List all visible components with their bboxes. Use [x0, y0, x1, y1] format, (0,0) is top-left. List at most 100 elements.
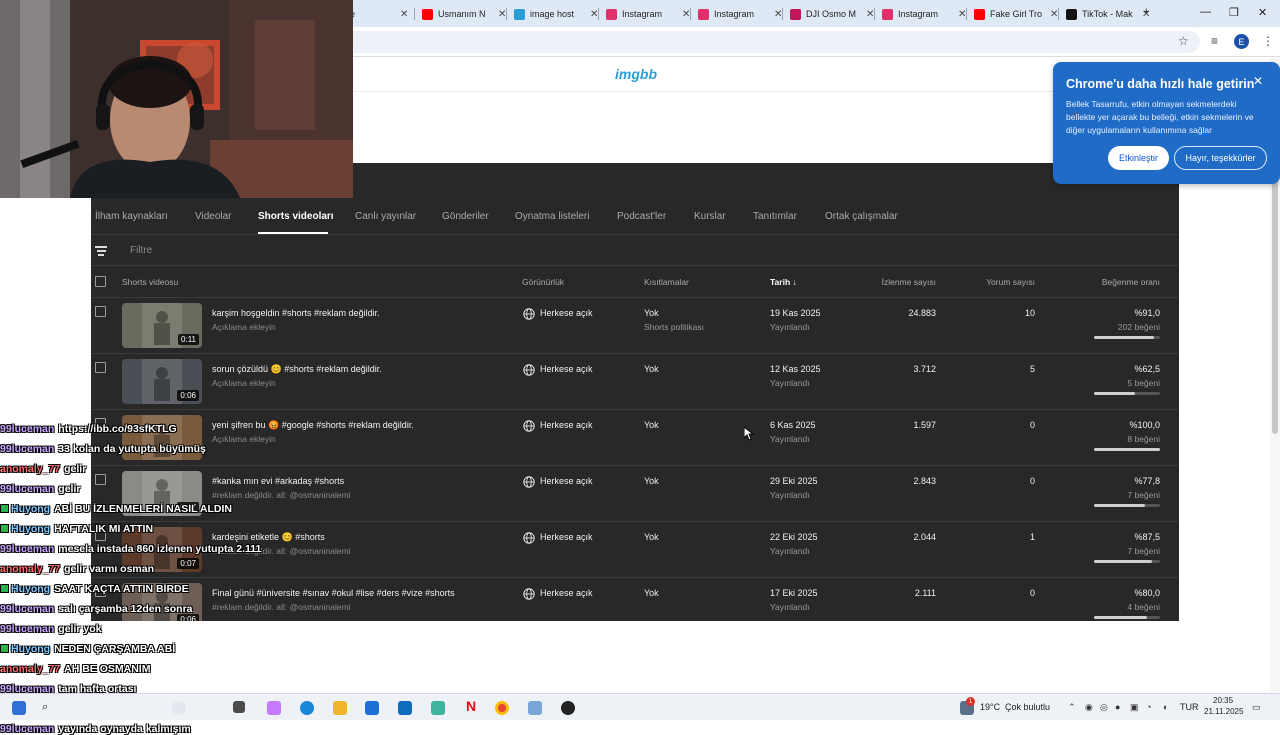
tab-2[interactable]: Shorts videoları	[258, 211, 334, 222]
weather-temp[interactable]: 19°C	[980, 702, 1000, 712]
video-title[interactable]: yeni şifren bu 😡 #google #shorts #reklam…	[212, 420, 414, 431]
video-description[interactable]: #reklam değildir. all: @osmaninalemi	[212, 490, 351, 500]
netflix-icon[interactable]: N	[466, 698, 476, 714]
browser-tab[interactable]: e✕	[350, 4, 408, 24]
video-title[interactable]: Final günü #üniversite #sınav #okul #lis…	[212, 588, 455, 598]
store-icon[interactable]	[365, 701, 379, 715]
new-tab-button[interactable]: +	[1143, 6, 1149, 18]
tab-3[interactable]: Canlı yayınlar	[355, 211, 416, 222]
bookmark-star-icon[interactable]: ☆	[1178, 34, 1189, 48]
profile-avatar[interactable]: E	[1234, 34, 1249, 49]
col-comments[interactable]: Yorum sayısı	[986, 277, 1035, 287]
duration-badge: 0:07	[177, 558, 199, 569]
edge-icon[interactable]	[300, 701, 314, 715]
tab-7[interactable]: Kurslar	[694, 211, 726, 222]
imgbb-logo[interactable]: imgbb	[615, 66, 657, 82]
dismiss-button[interactable]: Hayır, teşekkürler	[1174, 146, 1267, 170]
close-icon[interactable]: ✕	[1253, 74, 1263, 88]
tab-9[interactable]: Ortak çalışmalar	[825, 211, 898, 222]
visibility-value[interactable]: Herkese açık	[540, 476, 593, 486]
minimize-button[interactable]: —	[1200, 6, 1211, 18]
like-ratio-value: %77,8	[1134, 476, 1160, 486]
tray-app-icon[interactable]: ◎	[1100, 702, 1108, 713]
tab-1[interactable]: Videolar	[195, 211, 232, 222]
app-icon[interactable]	[431, 701, 445, 715]
video-description[interactable]: #reklam değildir. all: @osmaninalemi	[212, 602, 351, 612]
address-bar[interactable]	[340, 31, 1200, 53]
browser-tab[interactable]: Usmanım N ✕	[422, 4, 506, 24]
tray-chevron-up-icon[interactable]: ⌃	[1068, 702, 1076, 713]
visibility-value[interactable]: Herkese açık	[540, 364, 593, 374]
browser-tab[interactable]: TikTok - Mak ✕	[1066, 4, 1150, 24]
table-row[interactable]: 0:06 Final günü #üniversite #sınav #okul …	[91, 578, 1179, 621]
col-likes[interactable]: Beğenme oranı	[1102, 277, 1160, 287]
table-row[interactable]: 0:06 sorun çözüldü 😊 #shorts #reklam deği…	[91, 354, 1179, 410]
visibility-value[interactable]: Herkese açık	[540, 420, 593, 430]
windows-start-icon[interactable]	[12, 701, 26, 715]
browser-tab[interactable]: Instagram ✕	[606, 4, 690, 24]
widget-icon[interactable]	[172, 701, 186, 715]
tab-4[interactable]: Gönderiler	[442, 211, 489, 222]
tab-6[interactable]: Podcast'ler	[617, 211, 666, 222]
filter-icon[interactable]	[95, 246, 107, 258]
filter-input[interactable]: Filtre	[130, 245, 152, 256]
like-ratio-bar	[1094, 448, 1160, 451]
tab-close-icon[interactable]: ✕	[400, 9, 408, 20]
tray-wifi-icon[interactable]: ◔	[1146, 702, 1151, 712]
outlook-icon[interactable]	[398, 701, 412, 715]
visibility-value[interactable]: Herkese açık	[540, 308, 593, 318]
media-control-icon[interactable]: ≡	[1211, 34, 1218, 48]
tray-mic-icon[interactable]: ●	[1115, 702, 1120, 712]
video-title[interactable]: kardeşini etiketle 😊 #shorts	[212, 532, 325, 543]
select-all-checkbox[interactable]	[95, 276, 106, 287]
settings-icon[interactable]	[528, 701, 542, 715]
language-indicator[interactable]: TUR	[1180, 702, 1199, 712]
notifications-icon[interactable]: ▭	[1252, 702, 1261, 713]
table-row[interactable]: yeni şifren bu 😡 #google #shorts #reklam…	[91, 410, 1179, 466]
row-checkbox[interactable]	[95, 474, 106, 485]
file-explorer-icon[interactable]	[333, 701, 347, 715]
row-checkbox[interactable]	[95, 306, 106, 317]
tab-8[interactable]: Tanıtımlar	[753, 211, 797, 222]
clock-time[interactable]: 20:35	[1213, 696, 1233, 705]
close-window-button[interactable]: ✕	[1258, 6, 1267, 19]
tray-volume-icon[interactable]: ◖	[1162, 702, 1167, 712]
video-thumbnail[interactable]: 0:11	[122, 303, 202, 348]
video-description[interactable]: Açıklama ekleyin	[212, 322, 276, 332]
video-title[interactable]: #kanka mın evi #arkadaş #shorts	[212, 476, 344, 486]
browser-tab[interactable]: Fake Girl Tro ✕	[974, 4, 1058, 24]
browser-tab[interactable]: image host ✕	[514, 4, 598, 24]
browser-tab[interactable]: DJI Osmo M ✕	[790, 4, 874, 24]
chrome-icon[interactable]	[495, 701, 509, 715]
table-row[interactable]: 0:07 #kanka mın evi #arkadaş #shorts #rekl…	[91, 466, 1179, 522]
tray-app-icon[interactable]: ◉	[1085, 702, 1093, 713]
video-description[interactable]: Açıklama ekleyin	[212, 434, 276, 444]
chat-username: 99luceman	[0, 423, 55, 435]
browser-tab[interactable]: Instagram ✕	[698, 4, 782, 24]
visibility-value[interactable]: Herkese açık	[540, 588, 593, 598]
tray-network-icon[interactable]: ▣	[1130, 702, 1139, 713]
clock-date[interactable]: 21.11.2025	[1204, 707, 1243, 716]
menu-kebab-icon[interactable]: ⋮	[1262, 34, 1274, 48]
video-description[interactable]: Açıklama ekleyin	[212, 378, 276, 388]
visibility-value[interactable]: Herkese açık	[540, 532, 593, 542]
tab-0[interactable]: İlham kaynakları	[95, 211, 168, 222]
col-restrictions[interactable]: Kısıtlamalar	[644, 277, 689, 287]
maximize-button[interactable]: ❐	[1229, 6, 1239, 19]
obs-icon[interactable]	[561, 701, 575, 715]
video-title[interactable]: karşim hoşgeldin #shorts #reklam değildi…	[212, 308, 380, 318]
search-icon[interactable]: ⌕	[42, 701, 48, 714]
copilot-icon[interactable]	[267, 701, 281, 715]
video-thumbnail[interactable]: 0:06	[122, 359, 202, 404]
col-date[interactable]: Tarih ↓	[770, 277, 797, 287]
table-row[interactable]: 0:11 karşim hoşgeldin #shorts #reklam değ…	[91, 298, 1179, 354]
col-visibility[interactable]: Görünürlük	[522, 277, 564, 287]
row-checkbox[interactable]	[95, 362, 106, 373]
browser-tab[interactable]: Instagram ✕	[882, 4, 966, 24]
tab-5[interactable]: Oynatma listeleri	[515, 211, 589, 222]
task-view-icon[interactable]	[233, 701, 245, 713]
video-title[interactable]: sorun çözüldü 😊 #shorts #reklam değildir…	[212, 364, 382, 375]
enable-button[interactable]: Etkinleştir	[1108, 146, 1169, 170]
col-views[interactable]: İzlenme sayısı	[882, 277, 936, 287]
weather-text[interactable]: Çok bulutlu	[1005, 702, 1050, 712]
